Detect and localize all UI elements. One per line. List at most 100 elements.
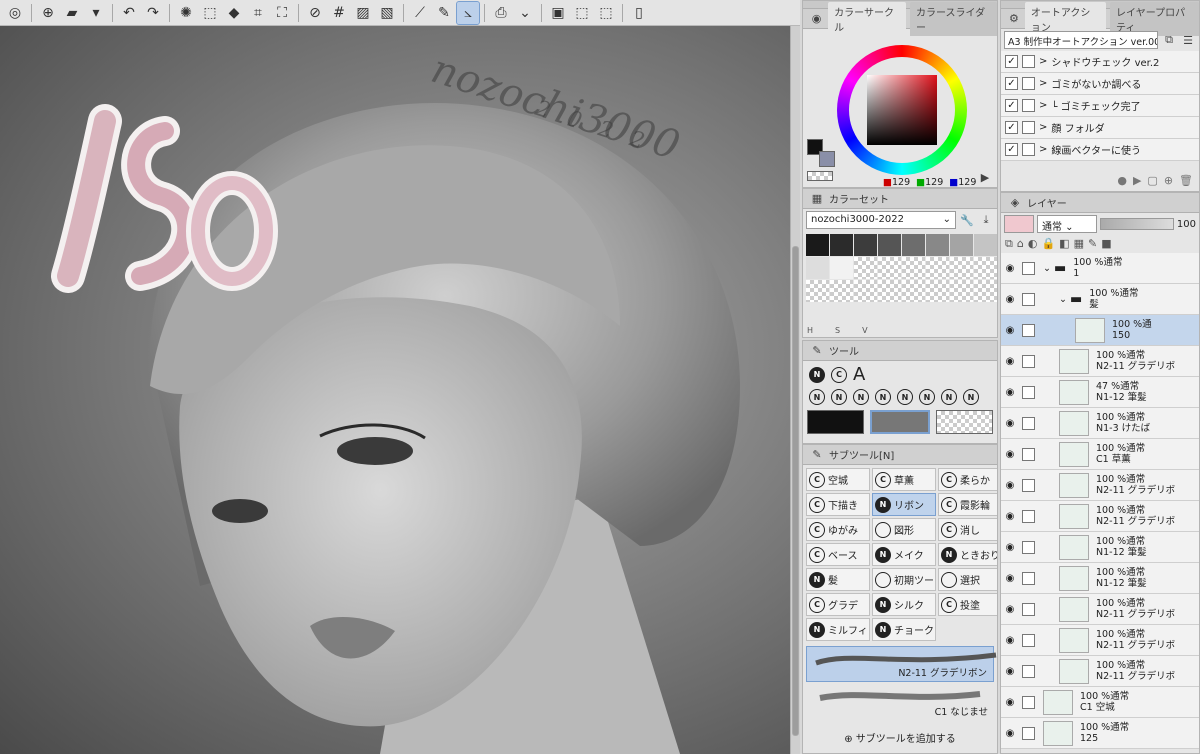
snap-off-icon[interactable]: ⊘ (304, 2, 326, 24)
dialog-checkbox[interactable] (1022, 55, 1035, 68)
action-item[interactable]: ✓ > 線画ベクターに使う (1001, 139, 1199, 161)
tool-n-icon[interactable]: N (941, 389, 957, 405)
subtool-item[interactable]: C ゆがみ (806, 518, 870, 541)
swatch[interactable] (902, 280, 925, 302)
eye-icon[interactable]: ◉ (1001, 449, 1019, 460)
dialog-checkbox[interactable] (1022, 143, 1035, 156)
sub-color-chip[interactable] (819, 151, 835, 167)
tool-n-icon[interactable]: N (809, 389, 825, 405)
swatch[interactable] (926, 280, 949, 302)
subtool-item[interactable]: N ミルフィ (806, 618, 870, 641)
select-tool-icon[interactable]: ✎ (433, 2, 455, 24)
saturation-square[interactable] (867, 75, 937, 145)
tool-n-icon[interactable]: N (919, 389, 935, 405)
frame3-icon[interactable]: ⬚ (595, 2, 617, 24)
dialog-checkbox[interactable] (1022, 77, 1035, 90)
lock-toggle[interactable] (1019, 687, 1037, 717)
subtool-item[interactable]: N ときおり (938, 543, 997, 566)
layer-row[interactable]: ◉ 100 %通常 N1-12 筆髪 (1001, 563, 1199, 594)
dropdown-icon[interactable]: ⌄ (514, 2, 536, 24)
text-tool-icon[interactable]: A (853, 364, 865, 385)
swatch[interactable] (950, 280, 973, 302)
enable-checkbox[interactable]: ✓ (1005, 77, 1018, 90)
lock-toggle[interactable] (1019, 625, 1037, 655)
swatch[interactable] (806, 280, 829, 302)
edit-icon[interactable]: ✎ (1088, 237, 1097, 251)
grid-icon[interactable]: # (328, 2, 350, 24)
swatch[interactable] (950, 234, 973, 256)
save-icon[interactable]: ▾ (85, 2, 107, 24)
copy-layer-icon[interactable]: ⧉ (1005, 237, 1013, 251)
swatch[interactable] (854, 257, 877, 279)
wrench-icon[interactable]: 🔧 (959, 212, 975, 228)
foreground-swatch[interactable] (807, 410, 865, 434)
subtool-item[interactable]: N リボン (872, 493, 936, 516)
frame-icon[interactable]: ▣ (547, 2, 569, 24)
layer-row[interactable]: ◉ 47 %通常 N1-12 筆髪 (1001, 377, 1199, 408)
layer-row[interactable]: ◉ 100 %通常 N2-11 グラデリボ (1001, 625, 1199, 656)
layer-row[interactable]: ◉ 100 %通常 N2-11 グラデリボ (1001, 656, 1199, 687)
swatch[interactable] (806, 257, 829, 279)
subtool-item[interactable]: C 空城 (806, 468, 870, 491)
swatch[interactable] (878, 280, 901, 302)
lock-toggle[interactable] (1019, 253, 1037, 283)
tool-c-icon[interactable]: C (831, 366, 847, 383)
undo-icon[interactable]: ↶ (118, 2, 140, 24)
add-icon[interactable]: ⊕ (1164, 174, 1173, 187)
tool-n-icon[interactable]: N (963, 389, 979, 405)
action-item[interactable]: ✓ > └ ゴミチェック完了 (1001, 95, 1199, 117)
download-icon[interactable]: ⤓ (978, 212, 994, 228)
hue-ring[interactable] (837, 45, 967, 175)
stop-icon[interactable]: ▢ (1147, 174, 1157, 187)
copy-icon[interactable]: ⧉ (1161, 32, 1177, 48)
crop-icon[interactable]: ⛶ (271, 2, 293, 24)
lock-toggle[interactable] (1019, 346, 1037, 376)
eye-icon[interactable]: ◉ (1001, 356, 1019, 367)
subtool-item[interactable]: 初期ツー (872, 568, 936, 591)
eye-icon[interactable]: ◉ (1001, 418, 1019, 429)
enable-checkbox[interactable]: ✓ (1005, 121, 1018, 134)
subtool-item[interactable]: N髪 (806, 568, 870, 591)
tablet-icon[interactable]: ▯ (628, 2, 650, 24)
layer-row[interactable]: ◉ 100 %通 150 (1001, 315, 1199, 346)
play-icon[interactable]: ▶ (1133, 174, 1141, 187)
layer-row[interactable]: ◉ ⌄ ▬ 100 %通常 1 (1001, 253, 1199, 284)
lock-toggle[interactable] (1019, 284, 1037, 314)
subtool-item[interactable]: C グラデ (806, 593, 870, 616)
drawing-canvas[interactable]: nozochi3000 2 0 2 2 (0, 26, 800, 754)
eye-icon[interactable]: ◉ (1001, 480, 1019, 491)
swatch[interactable] (926, 234, 949, 256)
record-icon[interactable]: ● (1117, 174, 1127, 187)
menu-icon[interactable]: ☰ (1180, 32, 1196, 48)
tool-n-icon[interactable]: N (831, 389, 847, 405)
lock-toggle[interactable] (1019, 532, 1037, 562)
layer-row[interactable]: ◉ 100 %通常 125 (1001, 718, 1199, 749)
tool-n-icon[interactable]: N (853, 389, 869, 405)
chevron-down-icon[interactable]: ⌄ (1059, 294, 1067, 305)
lock-icon[interactable]: 🔒 (1041, 237, 1055, 251)
gray-swatch[interactable] (870, 410, 930, 434)
layer-color-chip[interactable] (1004, 215, 1034, 233)
layer-row[interactable]: ◉ 100 %通常 N1-3 けたば (1001, 408, 1199, 439)
enable-checkbox[interactable]: ✓ (1005, 143, 1018, 156)
lock-toggle[interactable] (1019, 439, 1037, 469)
opacity-slider[interactable] (1100, 218, 1174, 230)
app-menu-icon[interactable]: ◎ (4, 2, 26, 24)
swatch[interactable] (854, 234, 877, 256)
ruler-icon[interactable]: ▨ (352, 2, 374, 24)
expand-icon[interactable]: > (1039, 78, 1047, 89)
swatch[interactable] (806, 234, 829, 256)
expand-icon[interactable]: > (1039, 100, 1047, 111)
lock-toggle[interactable] (1019, 656, 1037, 686)
lock-toggle[interactable] (1019, 377, 1037, 407)
frame2-icon[interactable]: ⬚ (571, 2, 593, 24)
lock-toggle[interactable] (1019, 718, 1037, 748)
fill-icon[interactable]: ◆ (223, 2, 245, 24)
subtool-item[interactable]: C ベース (806, 543, 870, 566)
chevron-down-icon[interactable]: ⌄ (1043, 263, 1051, 274)
eye-icon[interactable]: ◉ (1001, 325, 1019, 336)
subtool-item[interactable]: 図形 (872, 518, 936, 541)
eye-icon[interactable]: ◉ (1001, 666, 1019, 677)
transform-icon[interactable]: ⌗ (247, 2, 269, 24)
blend-mode-dropdown[interactable]: 通常 ⌄ (1037, 215, 1097, 233)
